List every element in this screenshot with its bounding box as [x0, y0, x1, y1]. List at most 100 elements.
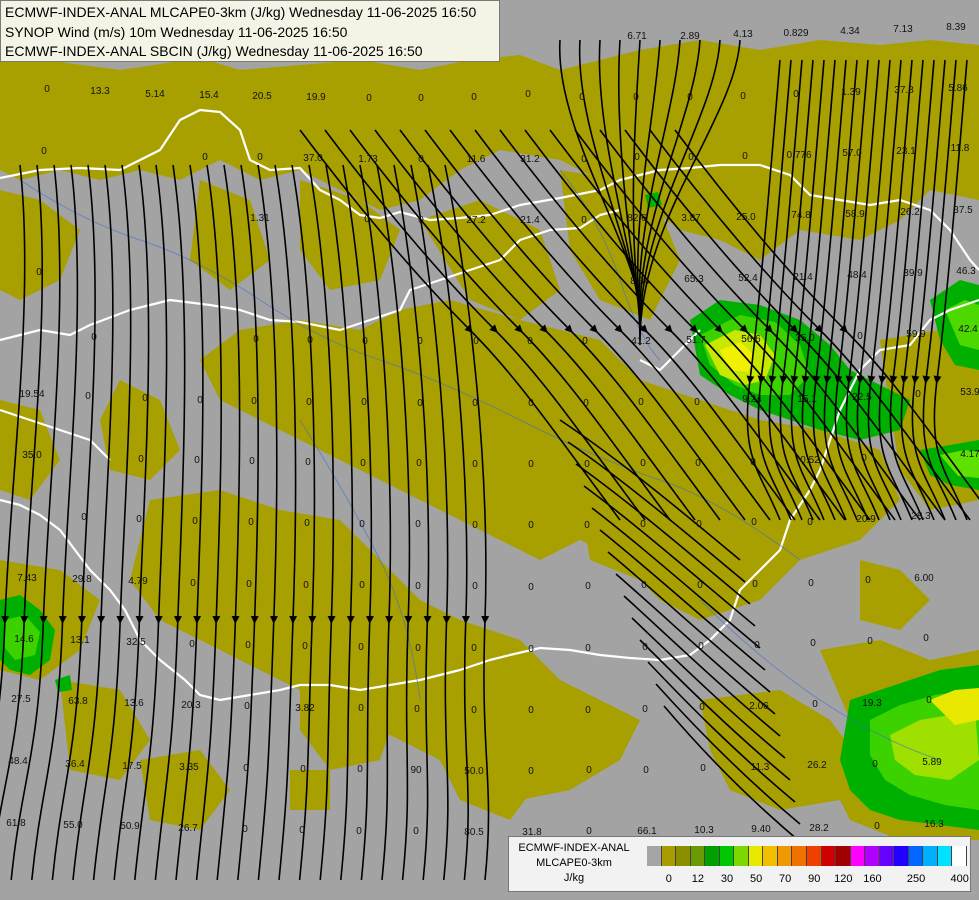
legend-tick-label: 30 — [720, 873, 734, 885]
station-value: 74.8 — [791, 210, 811, 221]
station-value: 0 — [696, 519, 702, 530]
header-line-cape: ECMWF-INDEX-ANAL MLCAPE0-3km (J/kg) Wedn… — [5, 4, 477, 20]
station-value: 0 — [361, 397, 367, 408]
station-value: 0 — [699, 702, 705, 713]
station-value: 4.13 — [733, 29, 753, 40]
station-value: 7.13 — [893, 24, 913, 35]
station-value: 0 — [248, 517, 254, 528]
station-value: 65.3 — [684, 274, 704, 285]
station-value: 90 — [410, 765, 422, 776]
station-value: 0 — [362, 336, 368, 347]
legend-ticks: 0 12 30 50 70 90 120 160 250 400 — [647, 873, 969, 887]
station-value: 0 — [872, 759, 878, 770]
station-value: 11.6 — [467, 154, 486, 165]
station-value: 26.7 — [178, 823, 198, 834]
station-value: 0 — [472, 459, 478, 470]
station-value: 0 — [418, 93, 424, 104]
station-value: 0 — [418, 215, 424, 226]
station-value: 0 — [634, 152, 640, 163]
station-value: 0 — [414, 704, 420, 715]
legend-swatch — [894, 846, 909, 866]
station-value: 0 — [136, 514, 142, 525]
legend-swatch — [647, 846, 662, 866]
legend-swatch — [690, 846, 706, 866]
station-value: 0 — [307, 335, 313, 346]
legend-swatch — [879, 846, 895, 866]
cape-map: 0 13.3 5.14 15.4 20.5 19.9 0 0 0 0 0 0 0 0 0 1.39 37.8 5.… — [0, 0, 979, 900]
station-value: 13.1 — [70, 635, 90, 646]
station-value: 0 — [243, 763, 249, 774]
station-value: 53.9 — [960, 387, 979, 398]
station-value: 0 — [415, 519, 421, 530]
station-value: 46.3 — [956, 266, 976, 277]
station-value: 0.776 — [786, 150, 811, 161]
station-value: 35.0 — [22, 450, 42, 461]
legend-swatch — [661, 846, 677, 866]
station-value: 0 — [697, 580, 703, 591]
legend-tick-label: 70 — [779, 873, 792, 885]
station-value: 0.52 — [800, 455, 820, 466]
station-value: 15.4 — [199, 90, 219, 101]
station-value: 0 — [688, 152, 694, 163]
station-value: 5.86 — [948, 83, 968, 94]
station-value: 26.2 — [900, 207, 920, 218]
station-value: 0 — [579, 92, 585, 103]
station-value: 0 — [142, 393, 148, 404]
station-value: 8.34 — [630, 276, 650, 287]
station-value: 0 — [245, 640, 251, 651]
station-value: 0 — [471, 705, 477, 716]
station-value: 0 — [415, 581, 421, 592]
station-value: 0 — [640, 458, 646, 469]
station-value: 0 — [192, 516, 198, 527]
station-value: 0 — [359, 580, 365, 591]
station-value: 10.3 — [694, 825, 714, 836]
legend-title-line1: ECMWF-INDEX-ANAL — [518, 842, 630, 854]
station-value: 6.71 — [627, 31, 647, 42]
station-value: 0 — [752, 579, 758, 590]
station-value: 9.24 — [742, 394, 762, 405]
station-value: 82.6 — [627, 213, 647, 224]
station-value: 0 — [581, 154, 587, 165]
station-value: 0 — [700, 763, 706, 774]
station-value: 0 — [413, 826, 419, 837]
station-value: 0 — [85, 391, 91, 402]
station-value: 20.5 — [252, 91, 272, 102]
station-value: 0 — [251, 396, 257, 407]
station-value: 0 — [306, 397, 312, 408]
station-value: 0 — [865, 575, 871, 586]
station-value: 16.3 — [924, 819, 944, 830]
station-value: 0 — [857, 331, 863, 342]
legend-swatch — [734, 846, 749, 866]
header-line-wind: SYNOP Wind (m/s) 10m Wednesday 11-06-202… — [5, 23, 348, 40]
station-value: 0 — [244, 701, 250, 712]
station-value: 0 — [585, 581, 591, 592]
legend-title-line2: MLCAPE0-3km — [536, 857, 612, 869]
station-value: 0 — [41, 146, 47, 157]
station-value: 57.0 — [842, 148, 862, 159]
station-value: 0 — [366, 93, 372, 104]
legend-swatch — [807, 846, 822, 866]
station-value: 28.3 — [911, 511, 931, 522]
station-value: 0 — [751, 517, 757, 528]
station-value: 0 — [249, 456, 255, 467]
station-value: 20.3 — [181, 700, 201, 711]
station-value: 55.0 — [63, 820, 83, 831]
station-value: 0 — [528, 398, 534, 409]
legend-swatch — [850, 846, 866, 866]
station-value: 0 — [584, 520, 590, 531]
legend-swatch — [792, 846, 808, 866]
station-value: 0 — [585, 705, 591, 716]
station-value: 0 — [642, 642, 648, 653]
station-value: 0 — [812, 699, 818, 710]
station-value: 0 — [642, 704, 648, 715]
station-value: 0 — [528, 582, 534, 593]
station-value: 0 — [923, 633, 929, 644]
station-value: 27.2 — [466, 215, 486, 226]
header-line-cin: ECMWF-INDEX-ANAL SBCIN (J/kg) Wednesday … — [5, 43, 423, 59]
station-value: 0 — [202, 152, 208, 163]
station-value: 21.4 — [793, 272, 813, 283]
legend-tick-label: 400 — [950, 873, 969, 885]
station-value: 36.4 — [65, 759, 85, 770]
station-value: 20.9 — [856, 514, 876, 525]
station-value: 0 — [585, 643, 591, 654]
